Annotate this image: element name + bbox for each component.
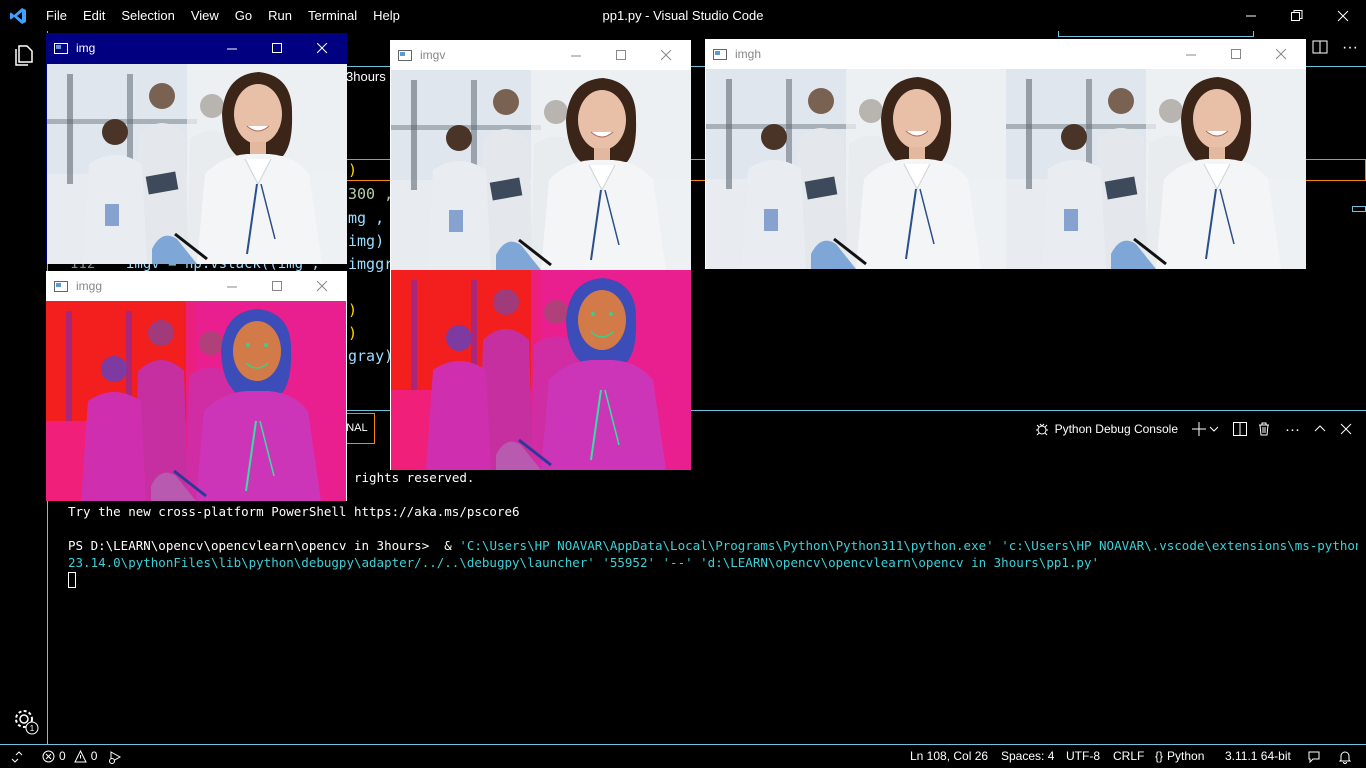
language-mode[interactable]: {} Python [1155, 745, 1204, 768]
maximize-button[interactable] [1214, 39, 1259, 69]
image-window-imgh[interactable]: imgh [705, 39, 1306, 269]
notifications-bell-icon[interactable] [1338, 745, 1352, 768]
more-actions-icon[interactable]: ··· [1342, 39, 1358, 57]
cursor-position[interactable]: Ln 108, Col 26 [910, 745, 988, 768]
maximize-button[interactable] [599, 40, 644, 70]
close-panel-icon[interactable] [1340, 419, 1352, 439]
window-title: img [76, 41, 96, 55]
photo-original [47, 64, 347, 264]
terminal-cursor[interactable] [68, 572, 76, 588]
close-button[interactable] [644, 40, 689, 70]
minimize-button[interactable] [554, 40, 599, 70]
chevron-down-icon[interactable] [1209, 419, 1219, 439]
image-window-imgv[interactable]: imgv [390, 40, 691, 470]
terminal-command: 'C:\Users\HP NOAVAR\AppData\Local\Progra… [459, 538, 1358, 553]
maximize-button[interactable] [255, 33, 300, 63]
error-icon [42, 750, 55, 763]
menu-terminal[interactable]: Terminal [300, 0, 365, 31]
activity-bar: 1 [0, 31, 48, 744]
menu-file[interactable]: File [38, 0, 75, 31]
menu-run[interactable]: Run [260, 0, 300, 31]
braces-icon: {} [1155, 749, 1164, 763]
image-window-imgg[interactable]: imgg [46, 271, 347, 501]
code-fragment: ) [348, 301, 358, 319]
restore-button[interactable] [1274, 0, 1320, 31]
minimize-button[interactable] [1228, 0, 1274, 31]
terminal-command-line: PS D:\LEARN\opencv\opencvlearn\opencv in… [68, 538, 1358, 553]
line-ending[interactable]: CRLF [1113, 745, 1144, 768]
run-debug-icon[interactable] [108, 745, 123, 768]
photo-false-color [391, 270, 691, 470]
terminal-output-line: rights reserved. [354, 470, 475, 485]
code-fragment: ) [348, 161, 358, 179]
code-fragment: 300 , [348, 185, 394, 203]
manage-gear-icon[interactable]: 1 [12, 707, 40, 738]
menu-selection[interactable]: Selection [113, 0, 182, 31]
language-label: Python [1167, 749, 1205, 763]
panel-actions: Python Debug Console ··· [1024, 419, 1352, 439]
menu-view[interactable]: View [183, 0, 227, 31]
vscode-logo-icon [0, 0, 36, 31]
accounts-badge: 1 [30, 724, 35, 733]
window-app-icon [713, 48, 727, 60]
indentation[interactable]: Spaces: 4 [1001, 745, 1054, 768]
maximize-button[interactable] [255, 271, 300, 301]
encoding[interactable]: UTF-8 [1066, 745, 1100, 768]
python-interpreter[interactable]: 3.11.1 64-bit [1225, 745, 1291, 768]
close-button[interactable] [1259, 39, 1304, 69]
remote-icon[interactable] [10, 745, 24, 768]
terminal-instance-label[interactable]: Python Debug Console [1055, 422, 1178, 436]
breadcrumb[interactable]: 3hours [346, 69, 386, 84]
window-title: imgv [420, 48, 446, 62]
minimize-button[interactable] [1169, 39, 1214, 69]
image-window-img[interactable]: img [46, 33, 347, 264]
code-fragment: mg , [348, 209, 385, 227]
tab-terminal[interactable]: TERMINAL [346, 413, 375, 444]
split-editor-icon[interactable] [1312, 39, 1328, 58]
debug-icon [1034, 419, 1050, 439]
problems-indicator[interactable]: 0 0 [42, 745, 97, 768]
status-bar: 0 0 Ln 108, Col 26 Spaces: 4 UTF-8 CRLF … [0, 744, 1366, 768]
photo-original-right [1006, 69, 1306, 269]
menu-bar: File Edit Selection View Go Run Terminal… [38, 0, 408, 31]
window-title: imgh [735, 47, 762, 61]
terminal-command-continued: 23.14.0\pythonFiles\lib\python\debugpy\a… [68, 555, 1100, 570]
code-fragment: gray) [348, 347, 394, 365]
close-button[interactable] [1320, 0, 1366, 31]
menu-help[interactable]: Help [365, 0, 408, 31]
code-fragment: ) [348, 324, 358, 342]
new-terminal-icon[interactable] [1192, 419, 1206, 439]
photo-false-color [46, 301, 346, 501]
close-button[interactable] [300, 33, 345, 63]
minimize-button[interactable] [210, 271, 255, 301]
window-app-icon [398, 49, 412, 61]
maximize-panel-icon[interactable] [1314, 419, 1326, 439]
title-bar: File Edit Selection View Go Run Terminal… [0, 0, 1366, 31]
explorer-icon[interactable] [12, 43, 36, 70]
close-button[interactable] [300, 271, 345, 301]
photo-original [391, 70, 691, 270]
scrollbar-thumb[interactable] [1352, 206, 1366, 212]
minimize-button[interactable] [210, 33, 255, 63]
feedback-icon[interactable] [1307, 745, 1321, 768]
photo-original-left [706, 69, 1006, 269]
menu-go[interactable]: Go [227, 0, 260, 31]
menu-edit[interactable]: Edit [75, 0, 113, 31]
trash-icon[interactable] [1257, 419, 1271, 439]
warning-icon [73, 750, 87, 763]
window-app-icon [54, 280, 68, 292]
more-actions-icon[interactable]: ··· [1285, 419, 1300, 439]
terminal-prompt: PS D:\LEARN\opencv\opencvlearn\opencv in… [68, 538, 460, 553]
code-fragment: img) [348, 232, 385, 250]
code-fragment: imggr [348, 255, 394, 273]
split-terminal-icon[interactable] [1233, 419, 1247, 439]
terminal-output-line: Try the new cross-platform PowerShell ht… [68, 504, 520, 519]
editor-tab-indicator [1058, 31, 1254, 37]
warning-count: 0 [90, 749, 98, 763]
window-title: imgg [76, 279, 103, 293]
window-app-icon [54, 42, 68, 54]
error-count: 0 [59, 749, 66, 763]
